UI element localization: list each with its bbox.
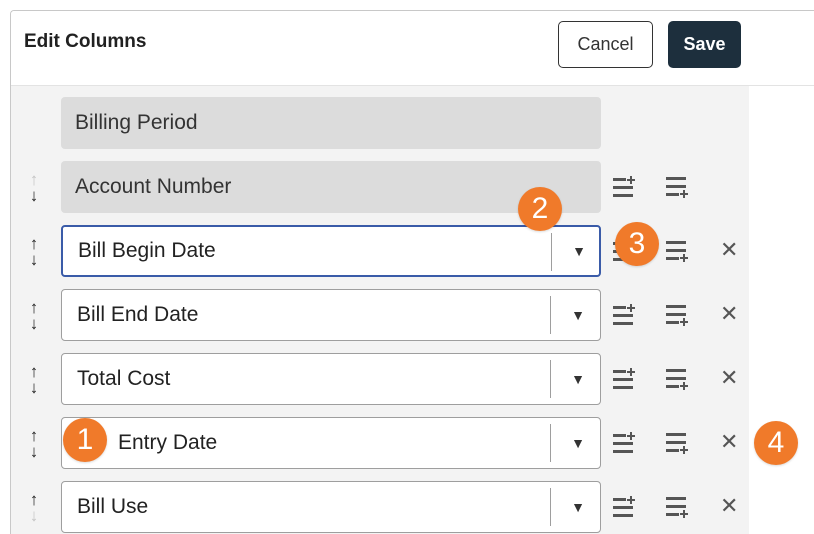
column-select-value: Entry Date	[118, 431, 218, 454]
insert-column-below-icon[interactable]	[665, 303, 691, 327]
column-row: ↑ ↓ Entry Date ▼ ✕	[11, 417, 749, 469]
column-select[interactable]: Total Cost ▼	[61, 353, 601, 405]
insert-column-above-icon[interactable]	[612, 303, 638, 327]
remove-column-icon[interactable]: ✕	[720, 493, 738, 519]
chevron-down-icon[interactable]: ▼	[568, 290, 588, 340]
fixed-column-row: Billing Period	[11, 97, 749, 149]
column-select[interactable]: Bill Use ▼	[61, 481, 601, 533]
select-divider	[550, 360, 551, 398]
remove-column-icon[interactable]: ✕	[720, 301, 738, 327]
save-button[interactable]: Save	[668, 21, 741, 68]
column-select[interactable]: Bill Begin Date ▼	[61, 225, 601, 277]
move-down-icon[interactable]: ↓	[27, 187, 41, 204]
select-divider	[551, 233, 552, 271]
callout-badge-3: 3	[615, 222, 659, 266]
insert-column-below-icon[interactable]	[665, 495, 691, 519]
column-select[interactable]: Bill End Date ▼	[61, 289, 601, 341]
fixed-column-row: ↑ ↓ Account Number	[11, 161, 749, 213]
insert-column-below-icon[interactable]	[665, 175, 691, 199]
callout-badge-1: 1	[63, 418, 107, 462]
insert-column-below-icon[interactable]	[665, 431, 691, 455]
callout-badge-2: 2	[518, 187, 562, 231]
insert-column-below-icon[interactable]	[665, 239, 691, 263]
chevron-down-icon[interactable]: ▼	[569, 227, 589, 275]
edit-columns-panel: Edit Columns Cancel Save Billing Period …	[10, 10, 814, 534]
column-row: ↑ ↓ Total Cost ▼ ✕	[11, 353, 749, 405]
panel-header: Edit Columns Cancel Save	[11, 11, 814, 86]
fixed-column-label: Billing Period	[61, 97, 601, 149]
columns-list: Billing Period ↑ ↓ Account Number ↑ ↓ Bi…	[11, 86, 749, 534]
remove-column-icon[interactable]: ✕	[720, 237, 738, 263]
reorder-handle[interactable]: ↑ ↓	[27, 171, 41, 205]
insert-column-above-icon[interactable]	[612, 367, 638, 391]
move-down-icon[interactable]: ↓	[27, 315, 41, 332]
chevron-down-icon[interactable]: ▼	[568, 482, 588, 532]
reorder-handle[interactable]: ↑ ↓	[27, 491, 41, 525]
remove-column-icon[interactable]: ✕	[720, 365, 738, 391]
select-divider	[550, 488, 551, 526]
column-select[interactable]: Entry Date ▼	[61, 417, 601, 469]
move-down-icon: ↓	[29, 506, 39, 525]
column-select-value: Bill Use	[77, 495, 149, 518]
select-divider	[550, 296, 551, 334]
move-down-icon[interactable]: ↓	[27, 443, 41, 460]
insert-column-above-icon[interactable]	[612, 431, 638, 455]
panel-title: Edit Columns	[24, 31, 147, 52]
column-select-value: Bill End Date	[77, 303, 199, 326]
reorder-handle[interactable]: ↑ ↓	[27, 235, 41, 269]
reorder-handle[interactable]: ↑ ↓	[27, 427, 41, 461]
move-down-icon[interactable]: ↓	[27, 251, 41, 268]
column-row: ↑ ↓ Bill End Date ▼ ✕	[11, 289, 749, 341]
chevron-down-icon[interactable]: ▼	[568, 418, 588, 468]
insert-column-above-icon[interactable]	[612, 175, 638, 199]
insert-column-below-icon[interactable]	[665, 367, 691, 391]
column-select-value: Total Cost	[77, 367, 171, 390]
reorder-handle[interactable]: ↑ ↓	[27, 363, 41, 397]
reorder-handle[interactable]: ↑ ↓	[27, 299, 41, 333]
chevron-down-icon[interactable]: ▼	[568, 354, 588, 404]
select-divider	[550, 424, 551, 462]
move-down-icon[interactable]: ↓	[27, 379, 41, 396]
column-row: ↑ ↓ Bill Use ▼ ✕	[11, 481, 749, 533]
callout-badge-4: 4	[754, 421, 798, 465]
column-select-value: Bill Begin Date	[78, 239, 216, 262]
cancel-button[interactable]: Cancel	[558, 21, 653, 68]
remove-column-icon[interactable]: ✕	[720, 429, 738, 455]
insert-column-above-icon[interactable]	[612, 495, 638, 519]
